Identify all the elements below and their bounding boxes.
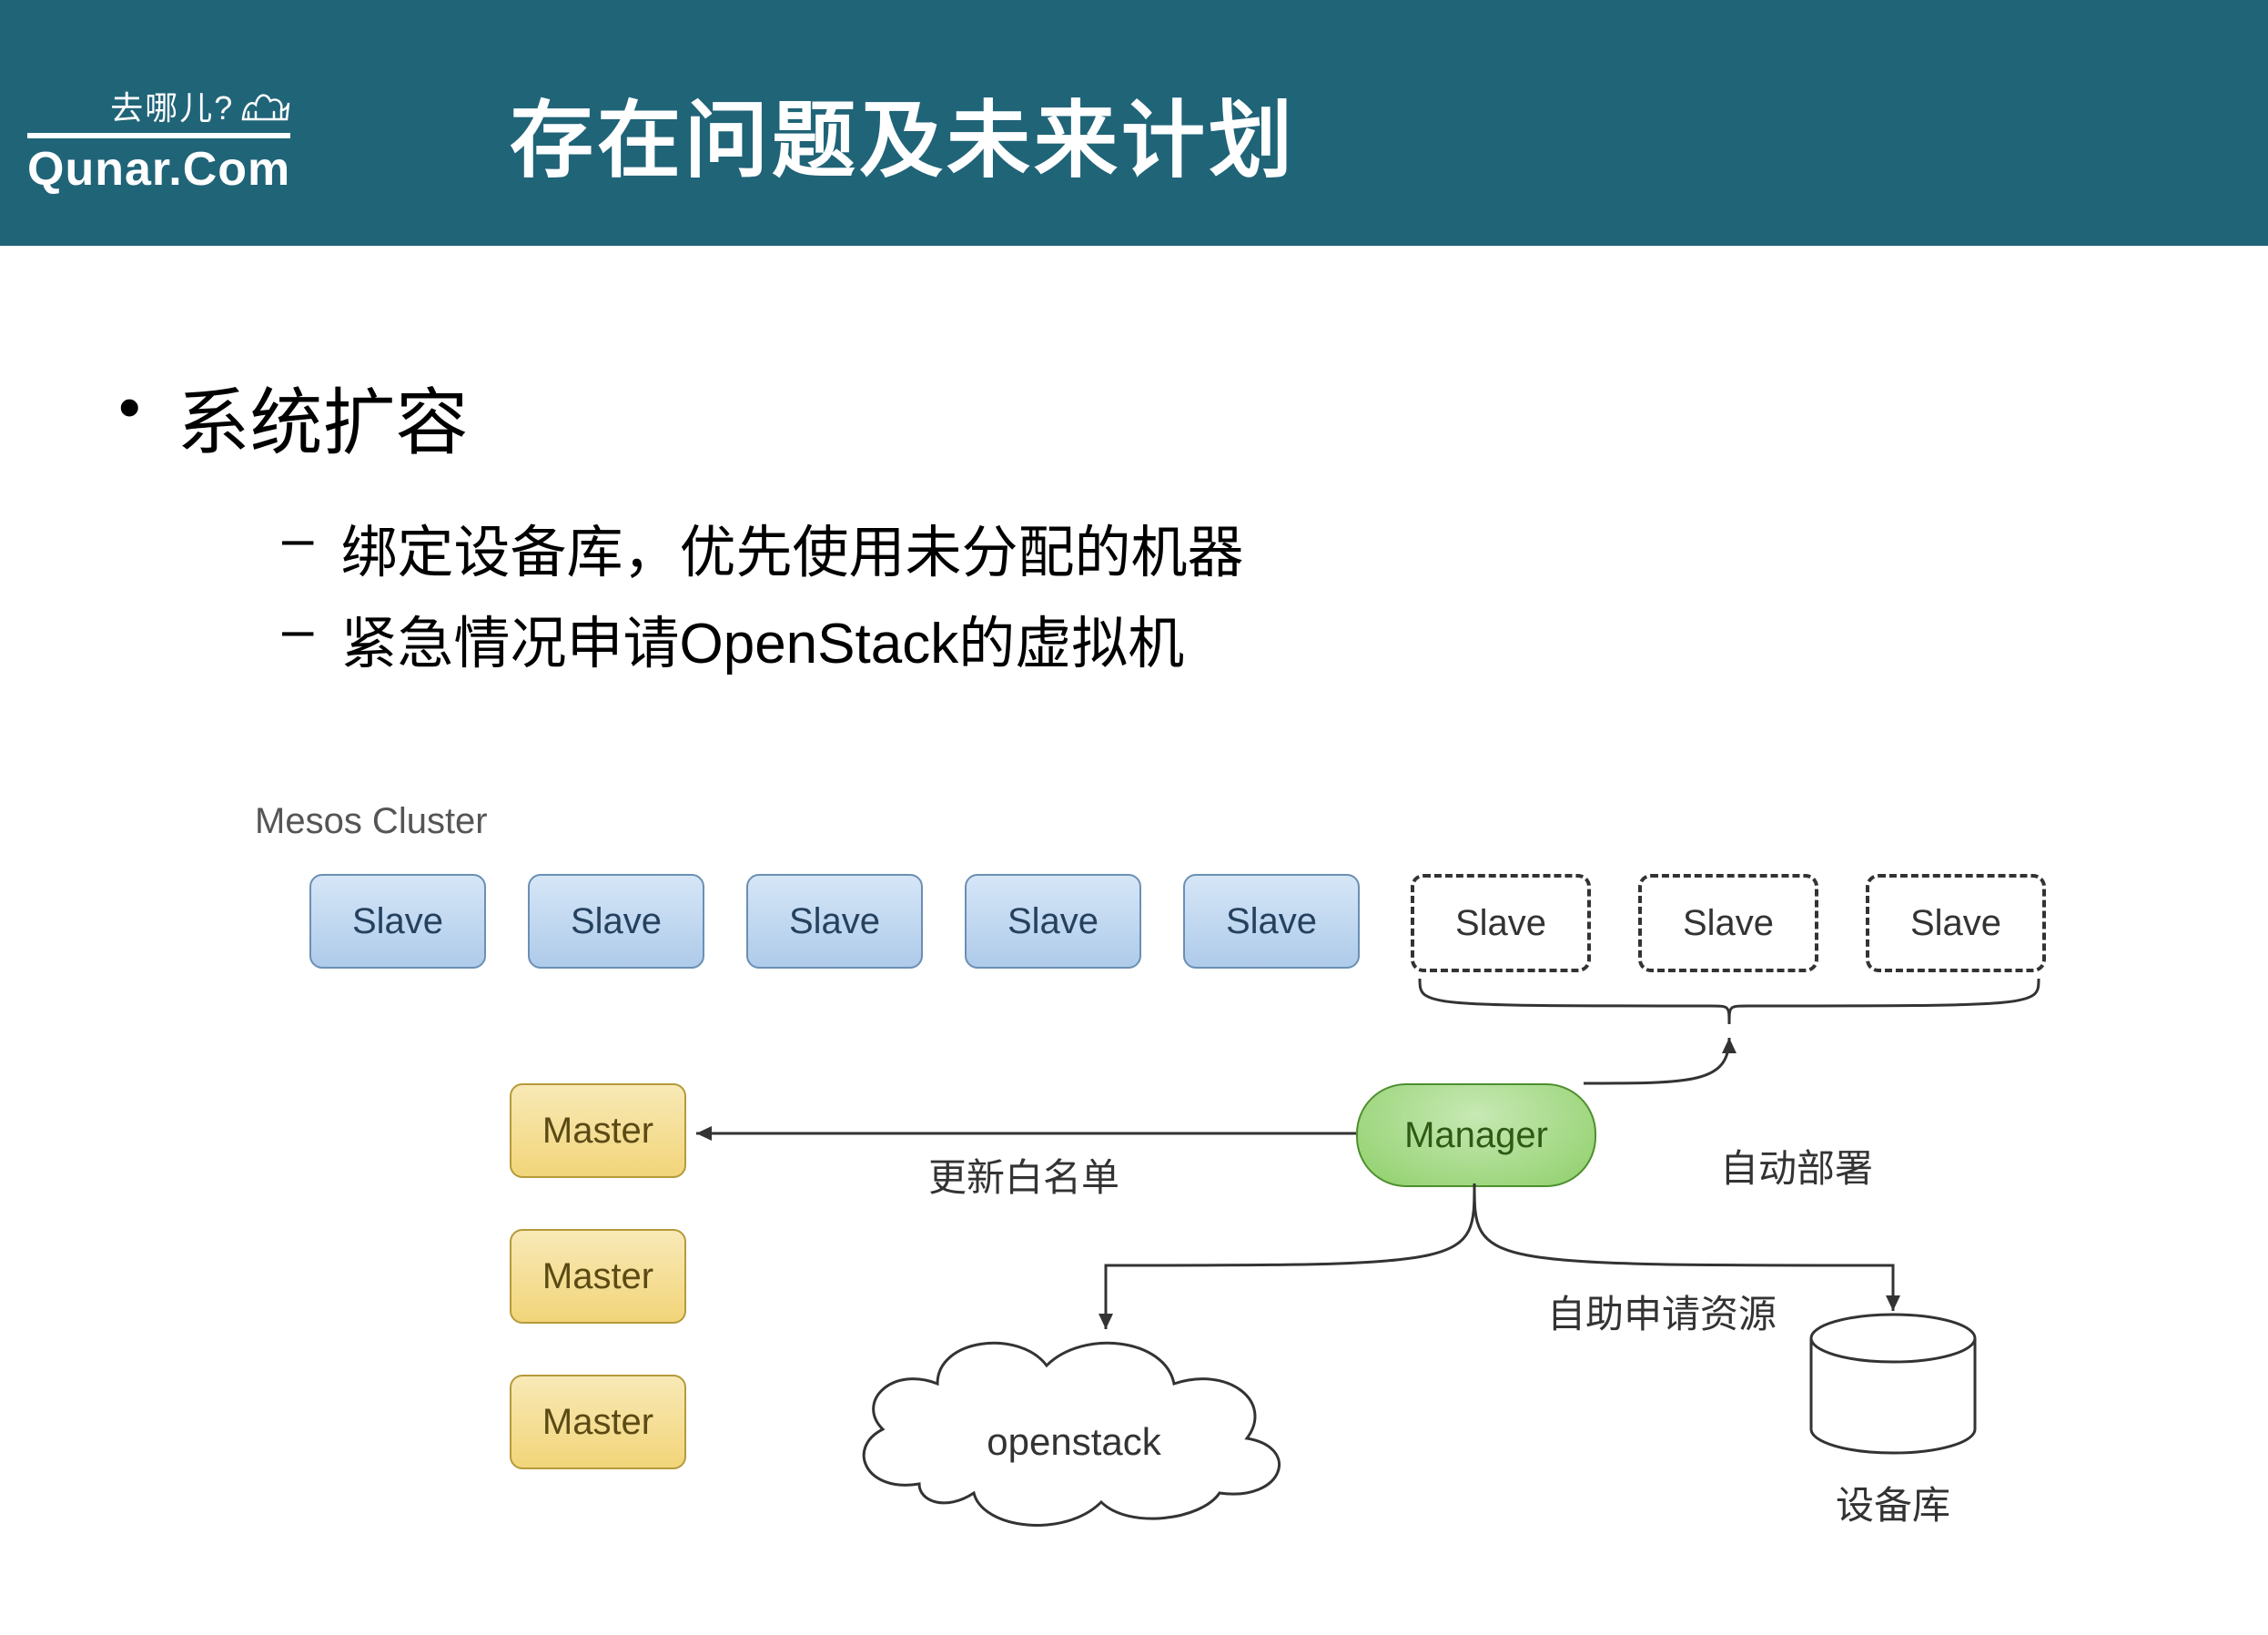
edge-label-autodeploy: 自动部署 — [1720, 1138, 1873, 1193]
slide-header: 去哪儿? Qunar.Com 存在问题及未来计划 — [0, 0, 2268, 246]
slave-node: Slave — [965, 874, 1141, 969]
device-repo-cylinder: 设备库 — [1802, 1311, 1984, 1457]
bullet2-text: 紧急情况申请OpenStack的虚拟机 — [340, 597, 1184, 679]
bullet-level2: – 绑定设备库，优先使用未分配的机器 — [282, 506, 2195, 588]
architecture-diagram: Mesos Cluster Slave Slave Slave Slave Sl… — [255, 801, 2166, 1620]
bullet-level1: • 系统扩容 — [118, 364, 2195, 470]
master-node: Master — [510, 1229, 686, 1324]
slave-node: Slave — [746, 874, 923, 969]
pending-slave-node: Slave — [1866, 874, 2046, 972]
camel-icon — [239, 85, 290, 129]
slide-title: 存在问题及未来计划 — [510, 73, 1296, 194]
edge-label-whitelist: 更新白名单 — [928, 1147, 1119, 1203]
slide: 去哪儿? Qunar.Com 存在问题及未来计划 • 系统扩容 – 绑定设备库，… — [0, 0, 2268, 1635]
device-repo-label: 设备库 — [1784, 1475, 2002, 1530]
dash-icon: – — [282, 597, 313, 662]
slave-node: Slave — [309, 874, 486, 969]
openstack-label: openstack — [837, 1420, 1311, 1464]
bullet1-text: 系统扩容 — [177, 364, 469, 470]
brace-icon — [1411, 970, 2048, 1042]
manager-node: Manager — [1356, 1083, 1596, 1187]
slide-content: • 系统扩容 – 绑定设备库，优先使用未分配的机器 – 紧急情况申请OpenSt… — [118, 364, 2195, 688]
pending-slave-node: Slave — [1638, 874, 1818, 972]
bullet-dot-icon: • — [118, 364, 141, 451]
bullet2-text: 绑定设备库，优先使用未分配的机器 — [340, 506, 1243, 588]
qunar-logo: 去哪儿? Qunar.Com — [27, 82, 290, 197]
master-node: Master — [510, 1375, 686, 1469]
master-node: Master — [510, 1083, 686, 1178]
pending-slave-node: Slave — [1411, 874, 1591, 972]
edge-manager-to-master — [683, 1124, 1356, 1142]
slave-node: Slave — [1183, 874, 1360, 969]
edge-label-selfrequest: 自助申请资源 — [1547, 1284, 1777, 1339]
cluster-label: Mesos Cluster — [255, 801, 488, 842]
openstack-cloud: openstack — [837, 1311, 1311, 1529]
logo-line2: Qunar.Com — [27, 133, 290, 197]
edge-manager-to-slaves — [1584, 1024, 1766, 1088]
logo-line1: 去哪儿? — [110, 82, 234, 129]
bullet-level2: – 紧急情况申请OpenStack的虚拟机 — [282, 597, 2195, 679]
slave-node: Slave — [528, 874, 704, 969]
dash-icon: – — [282, 506, 313, 571]
